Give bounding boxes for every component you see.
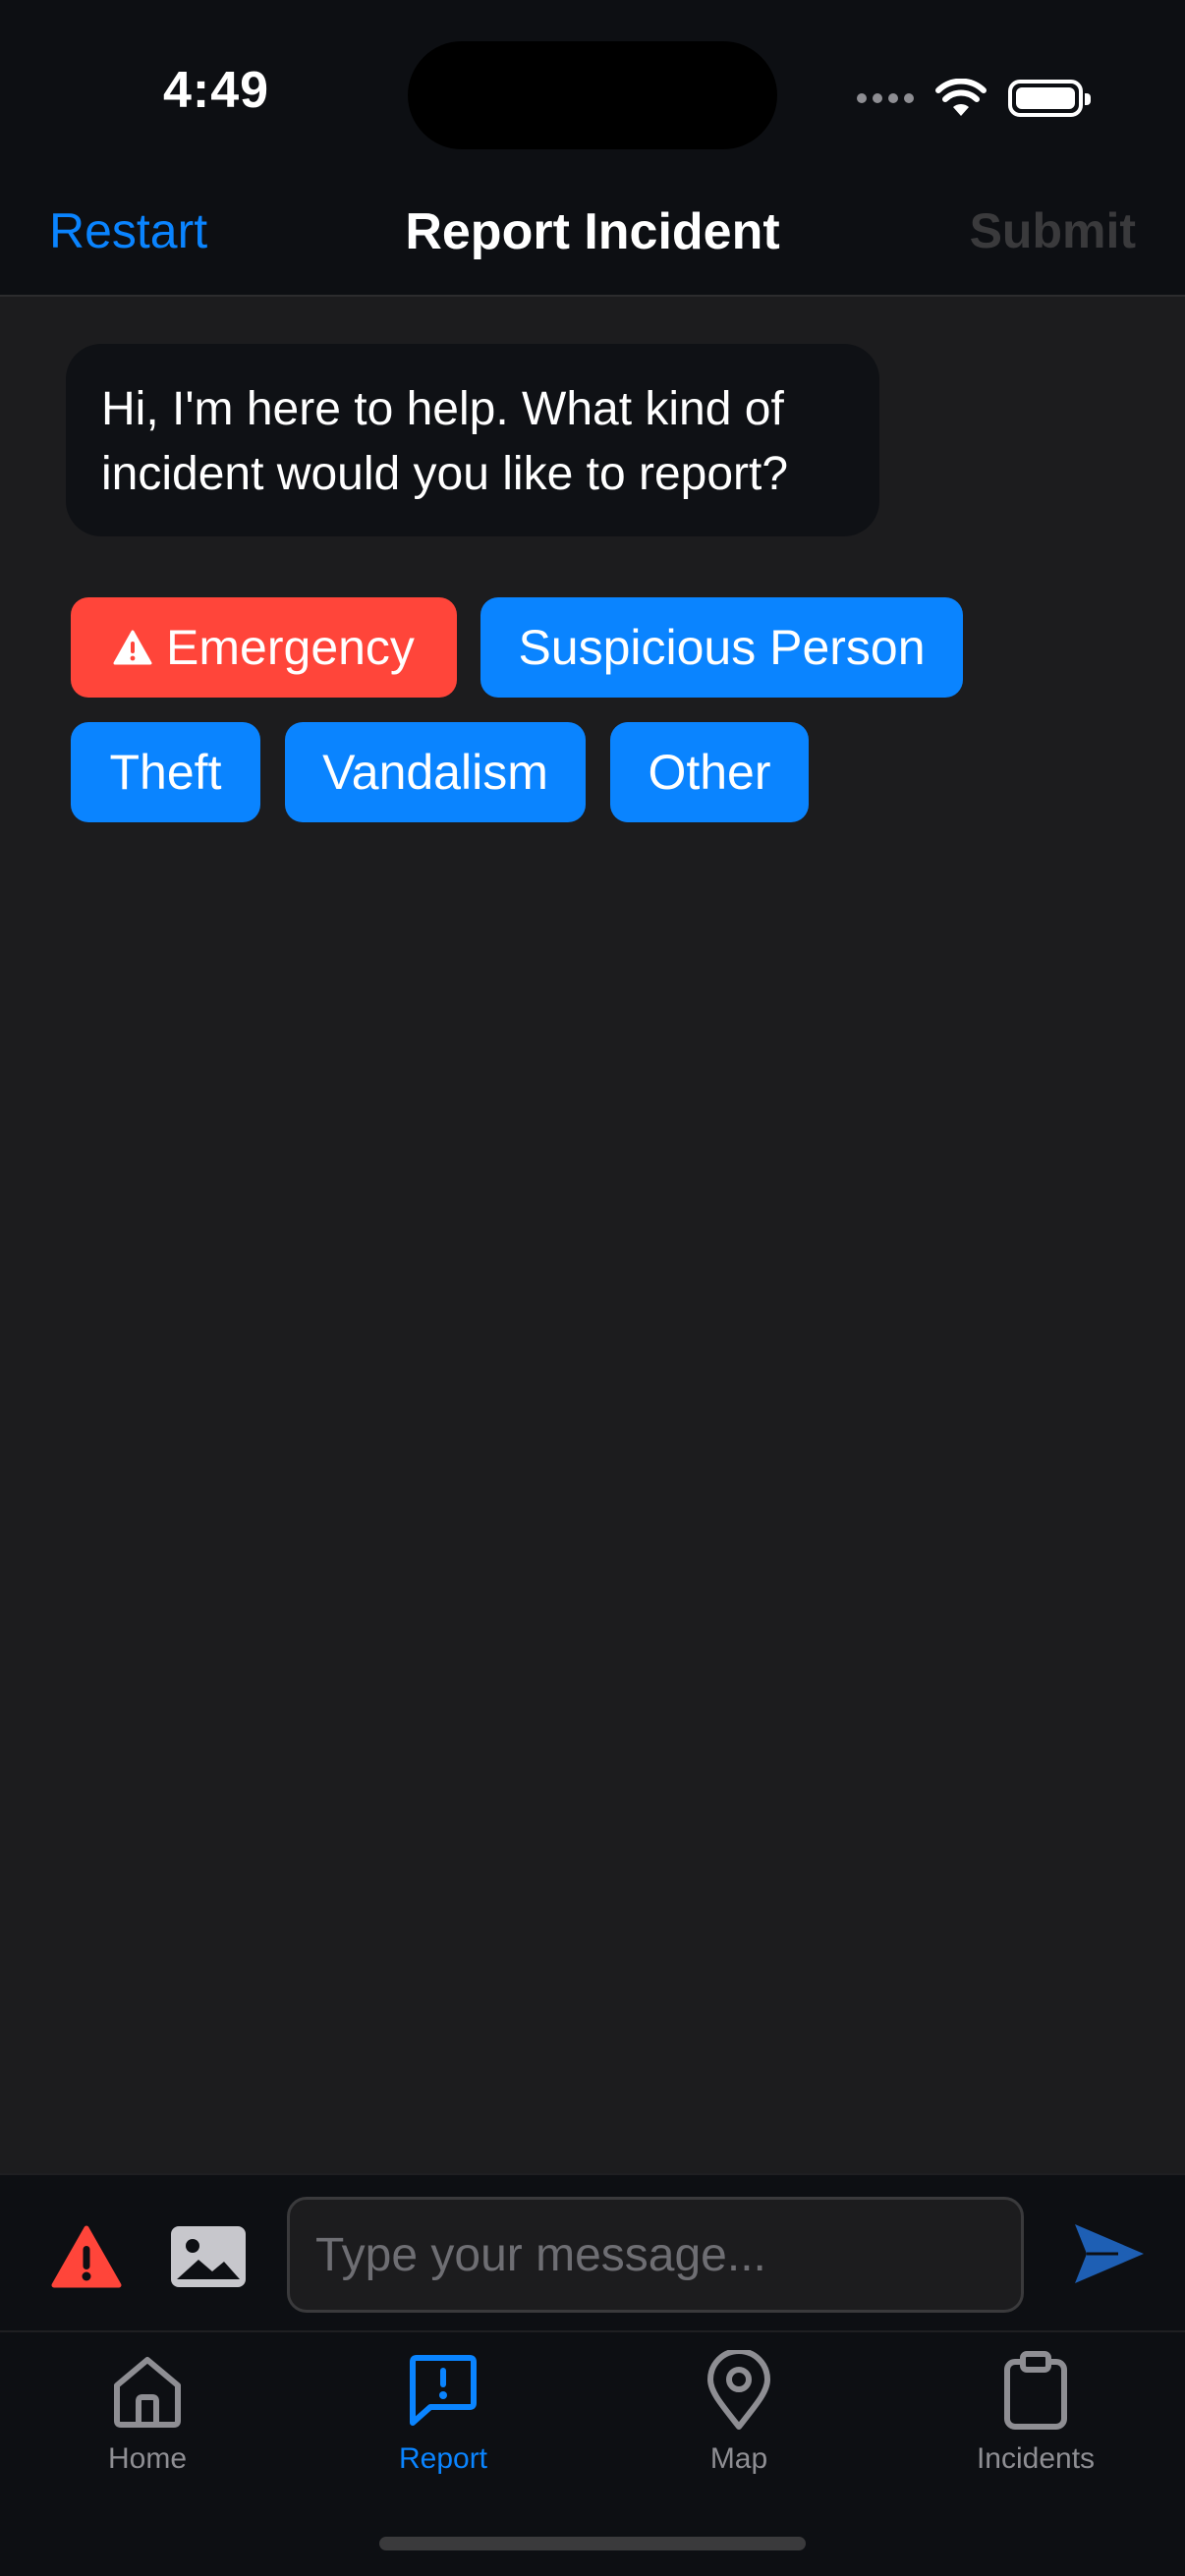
map-pin-icon	[707, 2350, 770, 2430]
home-icon	[114, 2357, 181, 2428]
clipboard-icon	[1004, 2351, 1067, 2430]
restart-button[interactable]: Restart	[49, 202, 207, 259]
report-incident-screen: 4:49 Restart Report Incident Submit Hi, …	[0, 0, 1185, 2576]
tab-incidents[interactable]: Incidents	[918, 2350, 1154, 2497]
emergency-alert-icon[interactable]	[51, 2224, 122, 2289]
tab-map-label: Map	[709, 2442, 768, 2475]
tab-home-label: Home	[107, 2442, 188, 2475]
tab-incidents-label: Incidents	[976, 2442, 1096, 2475]
message-composer	[0, 2173, 1185, 2330]
header-bar: 4:49 Restart Report Incident Submit	[0, 0, 1185, 297]
message-input[interactable]	[287, 2197, 1024, 2313]
tab-report[interactable]: Report	[325, 2350, 561, 2497]
wifi-icon	[935, 79, 987, 116]
report-icon	[410, 2355, 477, 2426]
tab-map[interactable]: Map	[621, 2350, 857, 2497]
other-button[interactable]: Other	[610, 722, 809, 822]
suspicious-person-button[interactable]: Suspicious Person	[480, 597, 963, 698]
vandalism-button[interactable]: Vandalism	[285, 722, 586, 822]
status-time: 4:49	[162, 62, 270, 119]
warning-icon	[113, 630, 152, 665]
cellular-signal-icon	[857, 93, 914, 103]
battery-icon	[1008, 80, 1091, 117]
theft-button[interactable]: Theft	[71, 722, 260, 822]
bot-message-bubble: Hi, I'm here to help. What kind of incid…	[66, 344, 879, 536]
tab-report-label: Report	[398, 2442, 488, 2475]
status-icons	[857, 71, 1091, 126]
submit-button[interactable]: Submit	[970, 202, 1136, 259]
emergency-button[interactable]: Emergency	[71, 597, 457, 698]
image-attach-icon[interactable]	[169, 2224, 248, 2289]
send-icon[interactable]	[1071, 2220, 1146, 2287]
tab-home[interactable]: Home	[29, 2350, 265, 2497]
emergency-label: Emergency	[166, 620, 415, 675]
home-indicator	[379, 2537, 806, 2550]
dynamic-island	[408, 41, 777, 149]
